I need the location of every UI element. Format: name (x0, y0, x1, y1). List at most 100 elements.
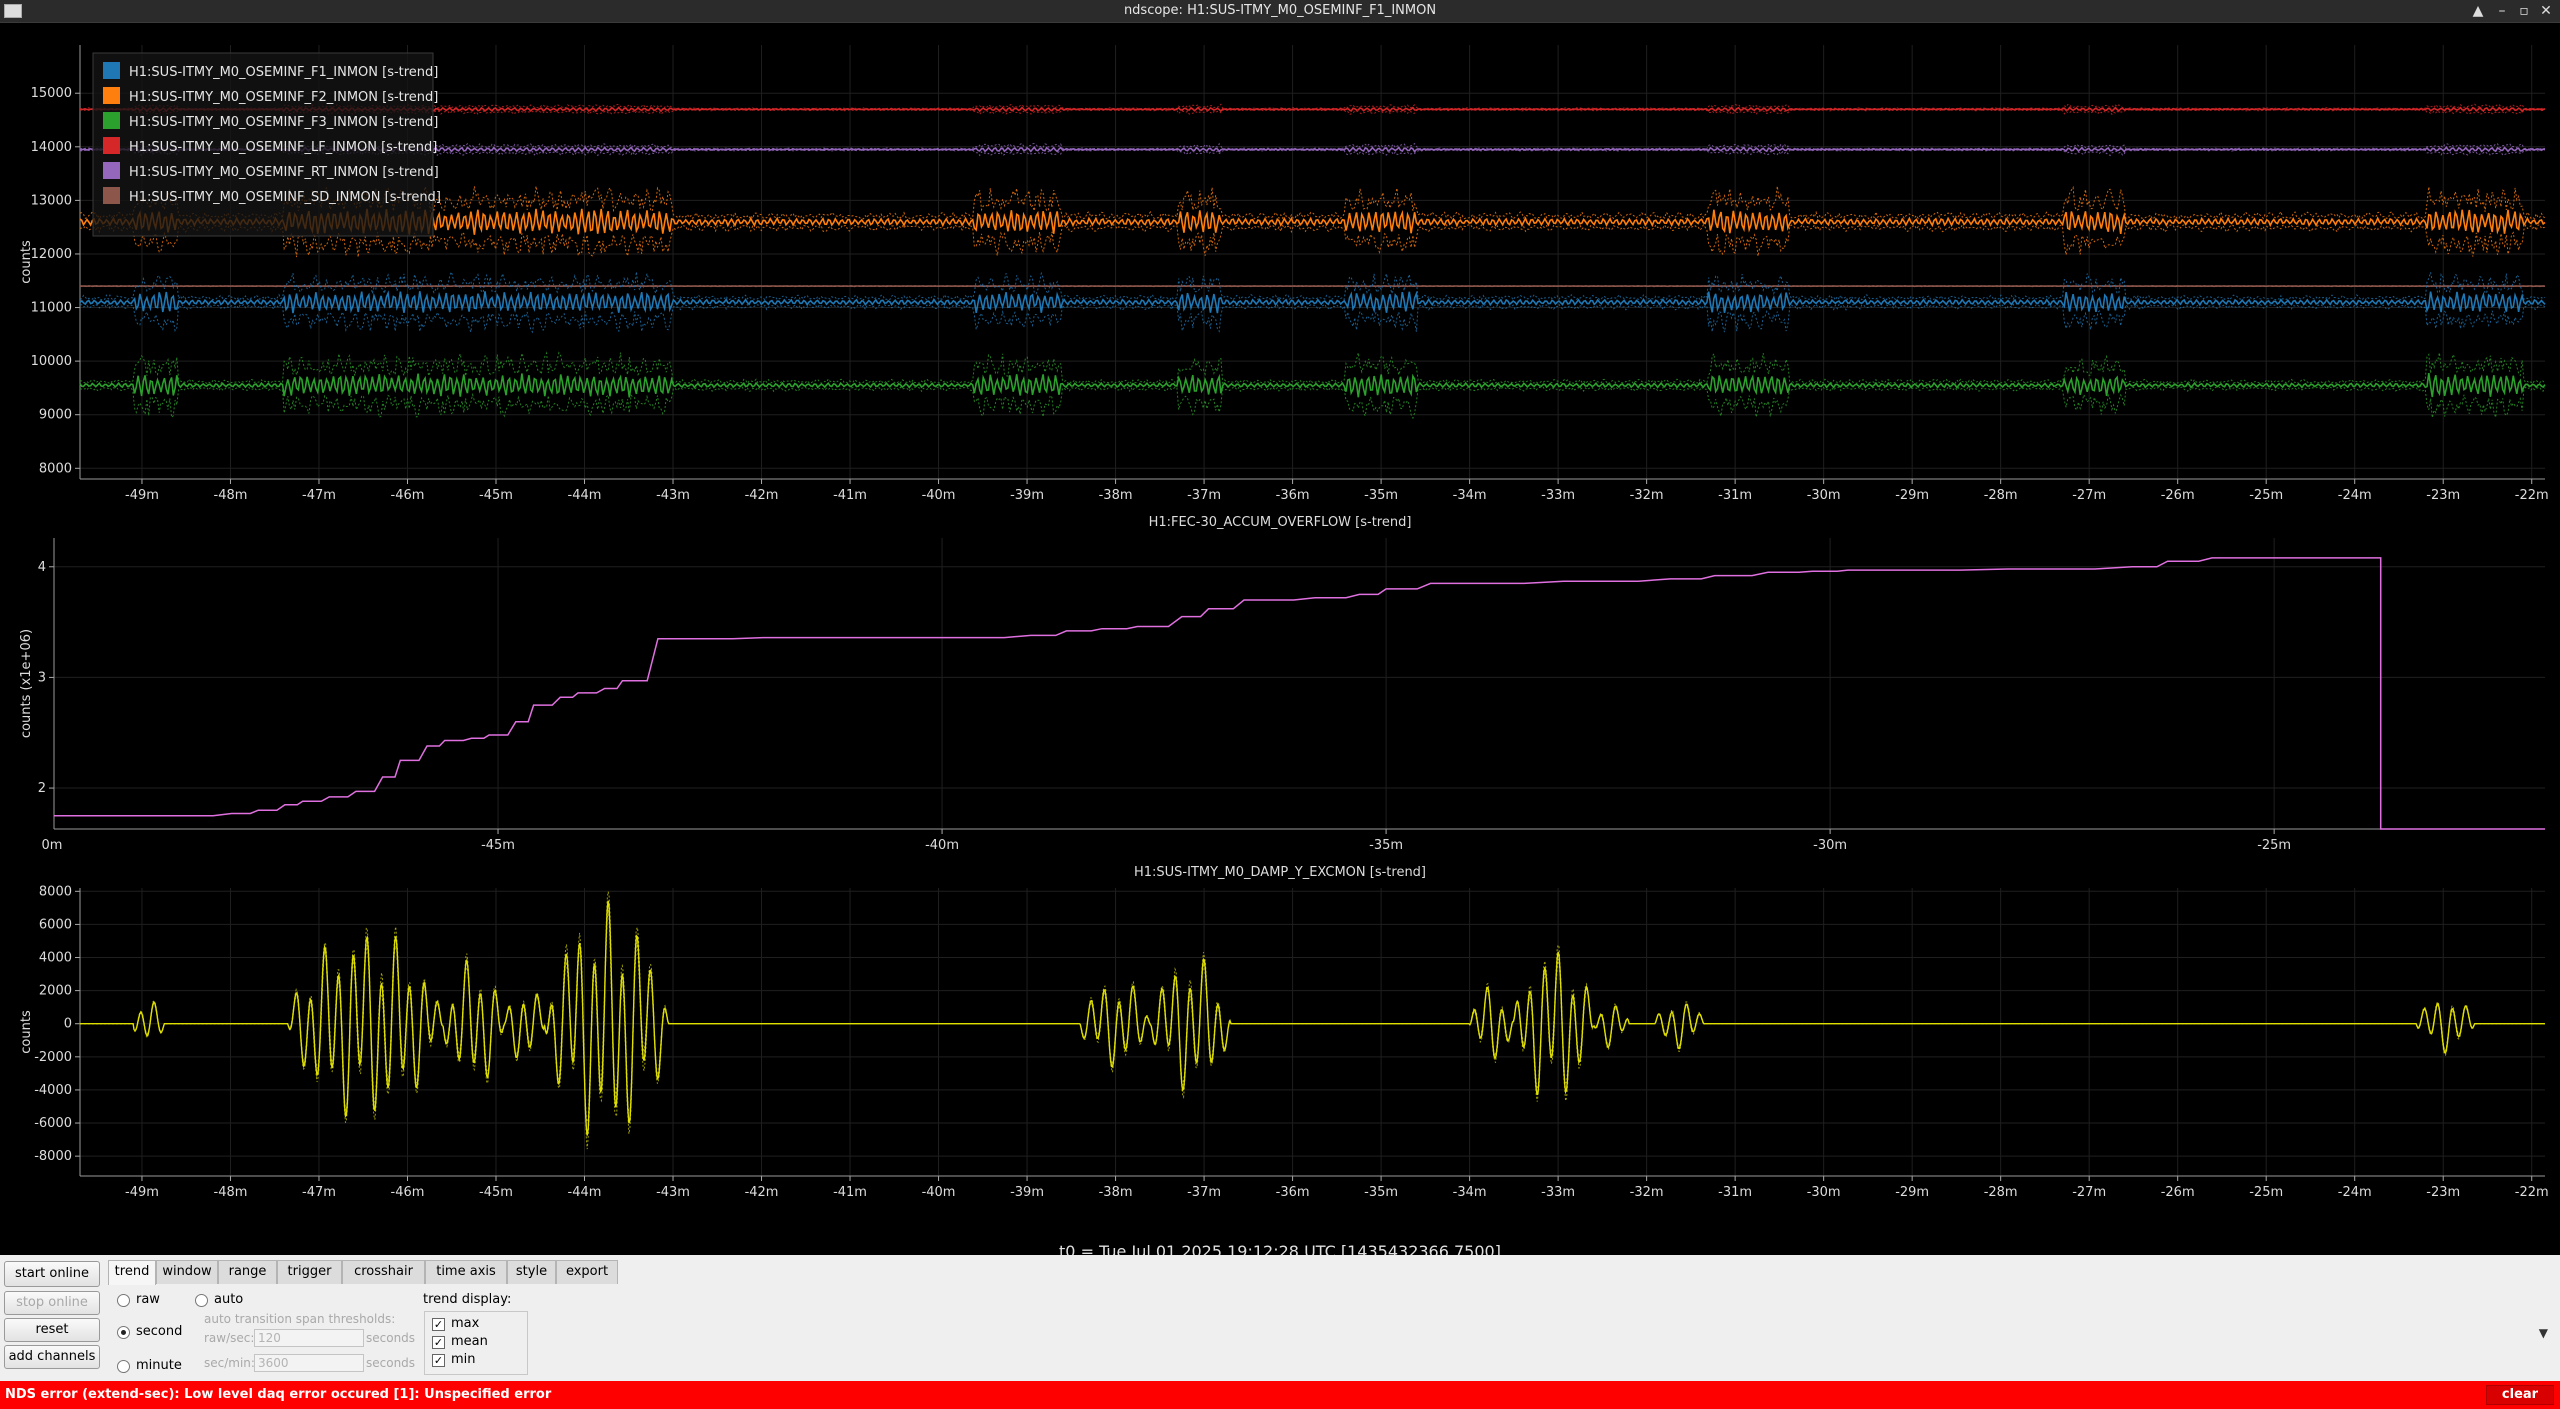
sec-min-unit: seconds (366, 1356, 416, 1370)
add-channels-button[interactable]: add channels (4, 1345, 100, 1369)
reset-button[interactable]: reset (4, 1318, 100, 1342)
min-checkbox[interactable]: ✓ (432, 1354, 445, 1367)
plot-area[interactable]: 8000 9000 10000 11000 12000 13000 14000 15000 -4… (0, 23, 2560, 1261)
auto-label: auto (214, 1292, 244, 1307)
start-online-button[interactable]: start online (4, 1261, 100, 1287)
plot2-y-tick-label: 2 (38, 781, 46, 796)
close-button[interactable]: ✕ (2536, 1, 2556, 21)
plot3-x-tick-label: -43m (656, 1185, 690, 1200)
plot1-x-tick-label: -31m (1718, 488, 1752, 503)
plot1-x-tick-label: -28m (1984, 488, 2018, 503)
plot1-x-tick-label: -45m (479, 488, 513, 503)
tab-trigger[interactable]: trigger (277, 1260, 342, 1284)
plot2-y-tick-label: 4 (38, 560, 46, 575)
plot1-x-tick-label: -26m (2161, 488, 2195, 503)
plot1-legend-swatch (103, 62, 120, 79)
plot3-x-tick-label: -22m (2515, 1185, 2549, 1200)
plot3-x-tick-label: -33m (1541, 1185, 1575, 1200)
tab-time-axis[interactable]: time axis (425, 1260, 507, 1284)
plot3-x-tick-label: -32m (1630, 1185, 1664, 1200)
plot3-y-tick-label: 4000 (39, 951, 72, 966)
plot3-x-tick-label: -28m (1984, 1185, 2018, 1200)
tab-range[interactable]: range (218, 1260, 277, 1284)
plot3-y-axis-label: counts (19, 1010, 34, 1054)
max-checkbox[interactable]: ✓ (432, 1318, 445, 1331)
plot1-x-tick-label: -41m (833, 488, 867, 503)
plot3-x-tick-label: -38m (1099, 1185, 1133, 1200)
plot-canvas[interactable]: 8000 9000 10000 11000 12000 13000 14000 15000 -4… (0, 23, 2560, 1255)
plot1-legend-swatch (103, 87, 120, 104)
mean-label: mean (451, 1334, 488, 1349)
minute-radio[interactable] (117, 1360, 130, 1373)
plot3-x-tick-label: -27m (2072, 1185, 2106, 1200)
auto-radio[interactable] (195, 1294, 208, 1307)
tab-window[interactable]: window (156, 1260, 218, 1284)
plot3-x-tick-label: -41m (833, 1185, 867, 1200)
plot2-y-axis-label: counts (x1e+06) (19, 629, 34, 738)
tab-trend[interactable]: trend (108, 1260, 156, 1285)
chevron-down-icon[interactable]: ▼ (2539, 1326, 2548, 1340)
tab-export[interactable]: export (556, 1260, 618, 1284)
sec-min-input[interactable]: 3600 (254, 1354, 364, 1372)
plot1-x-tick-label: -27m (2072, 488, 2106, 503)
raw-radio[interactable] (117, 1294, 130, 1307)
plot1-legend-label: H1:SUS-ITMY_M0_OSEMINF_LF_INMON [s-trend… (129, 140, 437, 155)
maximize-button[interactable]: ▫ (2514, 1, 2534, 21)
plot1-legend: H1:SUS-ITMY_M0_OSEMINF_F1_INMON [s-trend… (92, 52, 441, 237)
plot1-series-2 (79, 351, 2546, 420)
plot1-series-2-min-line (79, 385, 2546, 420)
tab-style[interactable]: style (507, 1260, 556, 1284)
plot3-x-tick-label: -35m (1364, 1185, 1398, 1200)
plot1-series-1 (79, 185, 2546, 258)
plot2-x-tick-label: -35m (1369, 838, 1403, 853)
plot1-x-tick-label: -48m (214, 488, 248, 503)
tab-crosshair[interactable]: crosshair (342, 1260, 425, 1284)
plot3-x-tick-label: -39m (1010, 1185, 1044, 1200)
plot1-x-tick-label: -46m (391, 488, 425, 503)
plot1-x-tick-label: -30m (1807, 488, 1841, 503)
plot1-series-1-max-line (79, 185, 2546, 220)
plot2-x-tick-label-partial: 0m (42, 838, 63, 853)
plot1-y-tick-label: 13000 (31, 193, 72, 208)
plot1-x-tick-label: -49m (125, 488, 159, 503)
plot3-x-tick-label: -49m (125, 1185, 159, 1200)
sec-min-label: sec/min: (204, 1356, 255, 1370)
plot1-y-tick-label: 11000 (31, 301, 72, 316)
plot1-series-4-min-line (79, 149, 2546, 157)
stop-online-button[interactable]: stop online (4, 1291, 100, 1315)
plot3-x-tick-label: -44m (568, 1185, 602, 1200)
plot1-legend-swatch (103, 112, 120, 129)
plot3-x-tick-label: -42m (745, 1185, 779, 1200)
plot1-x-tick-label: -38m (1099, 488, 1133, 503)
plot3-mean-line (80, 900, 2545, 1136)
trend-display-label: trend display: (423, 1292, 512, 1307)
plot1-series-3-min-line (80, 109, 2546, 116)
min-label: min (451, 1352, 476, 1367)
plot1-series-2-mean-line (79, 372, 2546, 398)
plot1-x-tick-label: -44m (568, 488, 602, 503)
status-message: NDS error (extend-sec): Low level daq er… (5, 1387, 552, 1402)
shade-button[interactable]: ▲ (2468, 1, 2488, 21)
plot2-y-tick-label: 3 (38, 670, 46, 685)
window-titlebar[interactable]: ndscope: H1:SUS-ITMY_M0_OSEMINF_F1_INMON… (0, 0, 2560, 23)
plot2-axes: 2 3 4 -45m -40m -35m -30m -25m counts (x1e+06) H1… (19, 515, 2545, 853)
clear-button[interactable]: clear (2486, 1385, 2554, 1405)
plot3-y-tick-label: 2000 (39, 984, 72, 999)
plot3-x-tick-label: -25m (2249, 1185, 2283, 1200)
second-radio[interactable] (117, 1326, 130, 1339)
plot1-x-tick-label: -39m (1010, 488, 1044, 503)
plot1-y-tick-label: 9000 (39, 408, 72, 423)
plot1-y-tick-label: 15000 (31, 86, 72, 101)
plot2-title: H1:FEC-30_ACCUM_OVERFLOW [s-trend] (1149, 515, 1412, 530)
minimize-button[interactable]: – (2492, 1, 2512, 21)
plot3-y-tick-label: 0 (64, 1017, 72, 1032)
plot3-y-tick-label: -2000 (34, 1050, 72, 1065)
plot1-x-tick-label: -22m (2515, 488, 2549, 503)
plot3-max-line (80, 891, 2545, 1124)
plot1-x-tick-label: -40m (922, 488, 956, 503)
window-title: ndscope: H1:SUS-ITMY_M0_OSEMINF_F1_INMON (1123, 3, 1437, 18)
raw-sec-input[interactable]: 120 (254, 1329, 364, 1347)
plot1-y-axis-label: counts (19, 240, 34, 284)
status-bar: NDS error (extend-sec): Low level daq er… (0, 1381, 2560, 1409)
mean-checkbox[interactable]: ✓ (432, 1336, 445, 1349)
